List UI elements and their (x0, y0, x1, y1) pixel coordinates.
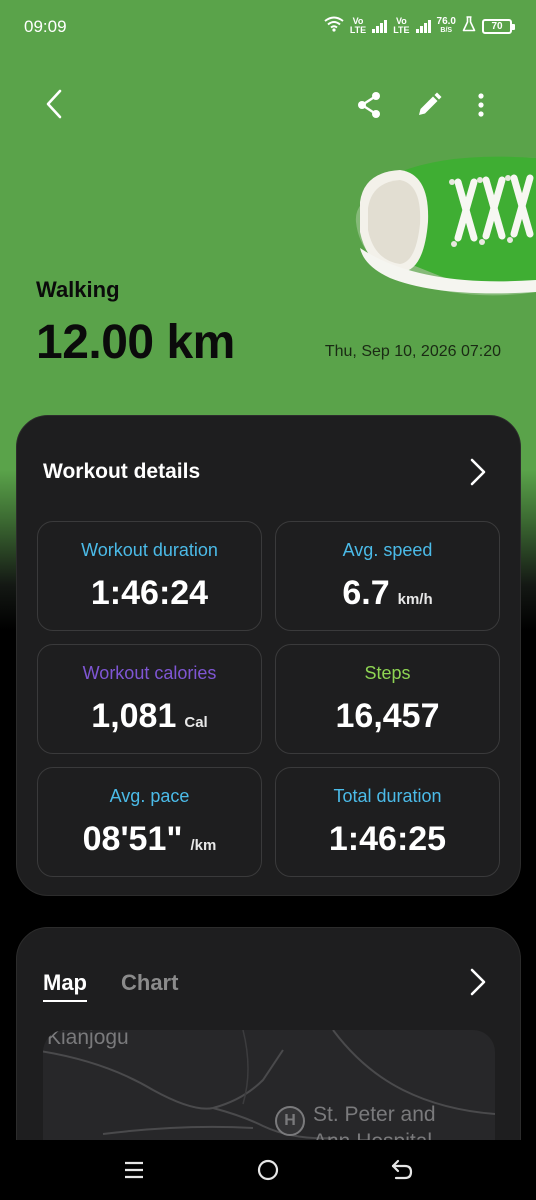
home-button[interactable] (246, 1150, 290, 1190)
home-icon (257, 1159, 279, 1181)
system-nav-bar (0, 1140, 536, 1200)
workout-datetime: Thu, Sep 10, 2026 07:20 (324, 343, 501, 360)
map-label: Kianjogu (47, 1030, 129, 1049)
chevron-right-icon (470, 968, 486, 996)
stat-steps: Steps 16,457 (275, 644, 500, 754)
stat-label: Total duration (333, 786, 442, 806)
workout-details-title: Workout details (43, 460, 201, 483)
signal-2-icon (415, 19, 431, 33)
flask-icon (462, 15, 476, 37)
status-icons: Vo LTE Vo LTE 76.0 B/S 70 (324, 15, 515, 37)
recents-button[interactable] (112, 1150, 156, 1190)
stat-label: Avg. pace (109, 786, 190, 806)
stat-value: 1:46:24 (90, 574, 209, 612)
volte-2-badge: Vo LTE (393, 16, 410, 35)
stat-unit: km/h (397, 591, 433, 608)
map-open-button[interactable] (466, 966, 490, 998)
share-icon (358, 92, 380, 118)
recents-icon (125, 1161, 143, 1179)
network-speed: 76.0 B/S (436, 16, 456, 35)
system-back-button[interactable] (380, 1150, 424, 1190)
more-vert-icon (478, 93, 484, 117)
edit-icon (419, 92, 442, 115)
stat-unit: Cal (184, 714, 208, 731)
stat-workout-calories: Workout calories 1,081 Cal (37, 644, 262, 754)
battery-icon: 70 (482, 18, 515, 34)
stat-label: Avg. speed (342, 540, 433, 560)
stat-label: Workout duration (81, 540, 218, 560)
volte-1-badge: Vo LTE (349, 16, 367, 35)
activity-type: Walking (36, 277, 120, 302)
back-icon (46, 89, 62, 119)
wifi-icon (324, 16, 344, 37)
stat-workout-duration: Workout duration 1:46:24 (37, 521, 262, 631)
tab-chart[interactable]: Chart (121, 970, 178, 996)
more-options-button[interactable] (466, 86, 496, 124)
status-bar: 09:09 Vo LTE Vo LTE 76.0 B/S 70 (0, 0, 536, 56)
stat-label: Steps (364, 663, 411, 683)
chevron-right-icon (470, 458, 486, 486)
sneaker-illustration (350, 152, 536, 298)
back-nav-icon (391, 1159, 413, 1180)
stat-total-duration: Total duration 1:46:25 (275, 767, 500, 877)
edit-button[interactable] (410, 86, 448, 124)
status-time: 09:09 (24, 17, 67, 36)
stat-value: 1:46:25 (328, 820, 447, 858)
stat-value: 6.7 (342, 574, 390, 612)
hospital-pin-icon: H (275, 1106, 305, 1136)
back-button[interactable] (34, 84, 74, 124)
stat-value: 08'51" (82, 820, 183, 858)
share-button[interactable] (350, 86, 388, 124)
workout-details-card[interactable]: Workout details Workout duration 1:46:24… (16, 415, 521, 896)
stat-avg-pace: Avg. pace 08'51" /km (37, 767, 262, 877)
stat-avg-speed: Avg. speed 6.7 km/h (275, 521, 500, 631)
tab-map[interactable]: Map (43, 970, 87, 1002)
distance-value: 12.00 km (36, 316, 235, 369)
stat-value: 16,457 (335, 697, 440, 735)
signal-1-icon (372, 19, 388, 33)
map-label: St. Peter and (313, 1103, 436, 1126)
stat-unit: /km (190, 837, 217, 854)
workout-details-open-button[interactable] (466, 456, 490, 488)
stat-label: Workout calories (82, 663, 217, 683)
stat-value: 1,081 (91, 697, 177, 735)
